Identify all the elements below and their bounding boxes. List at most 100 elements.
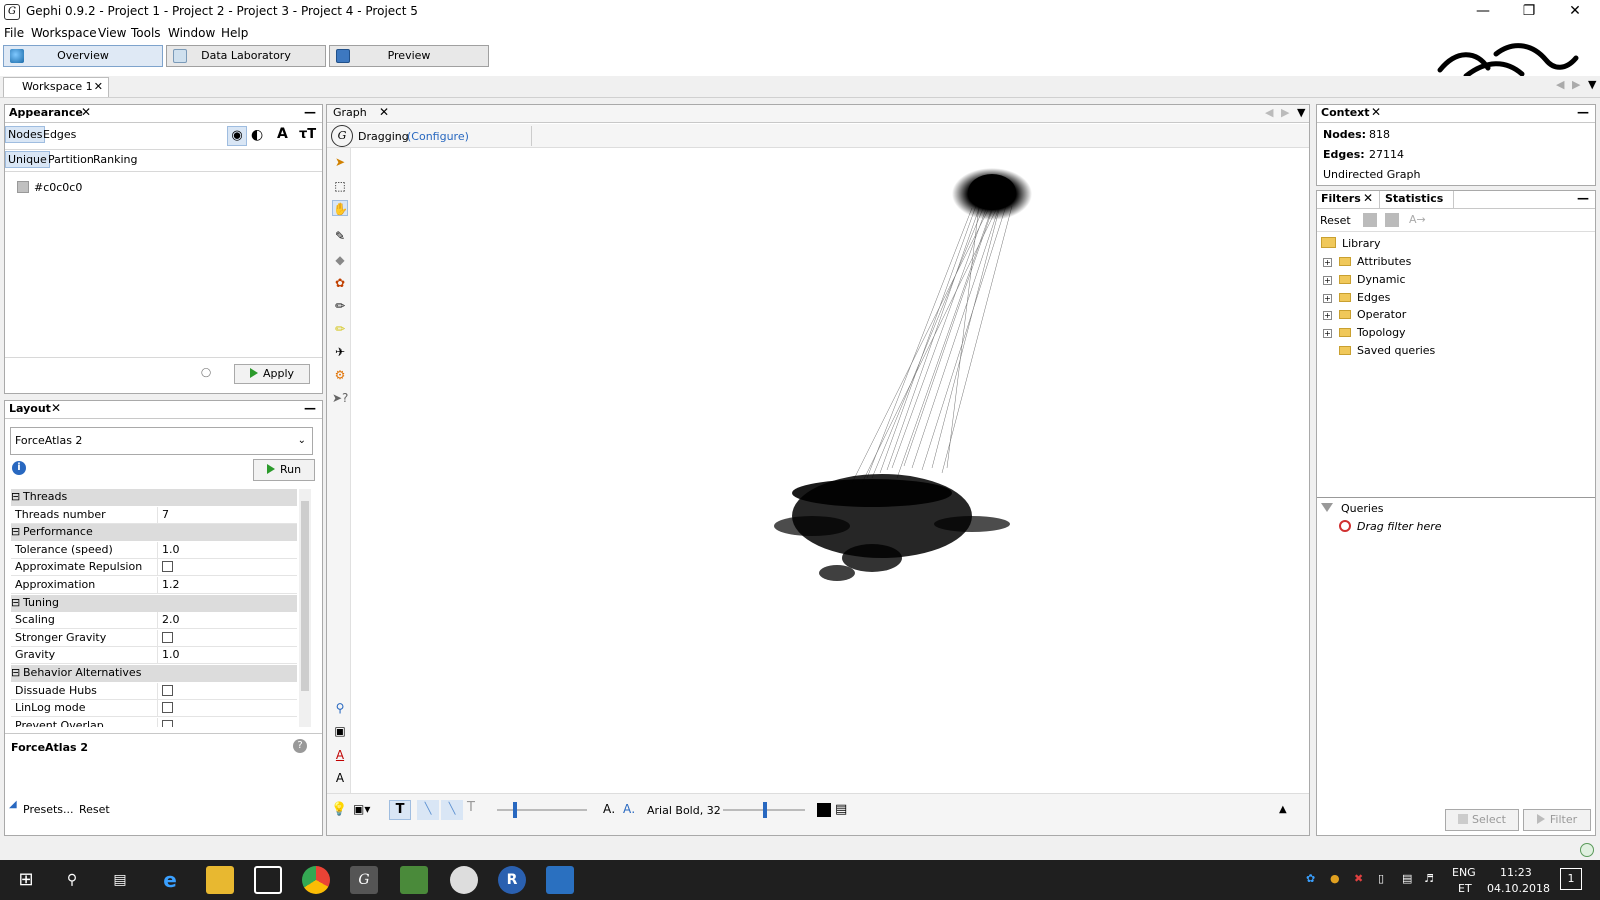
info-icon[interactable]: i xyxy=(12,461,26,475)
preview-tab[interactable]: Preview xyxy=(329,45,489,67)
heat-map-icon[interactable]: ⚙ xyxy=(332,367,348,383)
status-icon[interactable] xyxy=(1580,843,1594,857)
filter-rename-icon[interactable]: A→ xyxy=(1409,213,1426,226)
link-icon[interactable]: ◯ xyxy=(201,368,211,378)
filter-category-item[interactable]: Saved queries xyxy=(1323,342,1435,359)
screenshot-icon[interactable]: ▣▾ xyxy=(353,802,370,816)
edge-color-icon[interactable]: ╲ xyxy=(441,800,463,820)
property-category[interactable]: ⊟ Threads xyxy=(11,489,297,506)
graph-canvas[interactable] xyxy=(352,148,1309,793)
edge-browser-icon[interactable]: e xyxy=(156,866,184,894)
properties-scrollbar[interactable] xyxy=(299,489,311,727)
property-category[interactable]: ⊟ Behavior Alternatives xyxy=(11,665,297,682)
minimize-icon[interactable]: — xyxy=(1577,191,1589,205)
configure-link[interactable]: (Configure) xyxy=(407,130,469,143)
filter-button[interactable]: Filter xyxy=(1523,809,1591,831)
workspace-tab[interactable]: Workspace 1 ✕ xyxy=(3,77,109,97)
collapse-icon[interactable]: ⊟ xyxy=(11,666,20,679)
help-icon[interactable]: ? xyxy=(293,739,307,753)
minimize-icon[interactable]: — xyxy=(304,105,316,119)
show-labels-icon[interactable]: T xyxy=(389,800,411,820)
remote-desktop-icon[interactable] xyxy=(546,866,574,894)
property-category[interactable]: ⊟ Tuning xyxy=(11,594,297,612)
expand-icon[interactable]: + xyxy=(1323,258,1332,267)
store-icon[interactable] xyxy=(254,866,282,894)
background-color-icon[interactable]: ▣ xyxy=(332,723,348,739)
color-swatch[interactable] xyxy=(17,181,29,193)
workspace-menu-icon[interactable]: ▼ xyxy=(1588,78,1596,91)
apply-button[interactable]: Apply xyxy=(234,364,310,384)
minimize-icon[interactable]: — xyxy=(1577,105,1589,119)
tray-icon-3[interactable]: ✖ xyxy=(1354,872,1363,885)
font-icon[interactable]: A․ xyxy=(623,802,635,816)
filter-category-item[interactable]: + Dynamic xyxy=(1323,271,1406,288)
menu-file[interactable]: File xyxy=(4,26,24,40)
volume-icon[interactable]: ♬ xyxy=(1424,872,1434,885)
language-indicator[interactable]: ENG xyxy=(1452,866,1476,879)
tray-icon-2[interactable]: ● xyxy=(1330,872,1340,885)
close-icon[interactable]: ✕ xyxy=(1371,105,1381,119)
drag-filter-hint[interactable]: Drag filter here xyxy=(1339,518,1442,535)
property-checkbox[interactable] xyxy=(162,702,173,714)
lightbulb-icon[interactable]: 💡 xyxy=(331,802,347,817)
drag-tool-icon[interactable]: ✋ xyxy=(332,200,348,216)
search-icon[interactable]: ⚲ xyxy=(58,866,86,894)
brush-icon[interactable]: ✎ xyxy=(332,228,348,244)
filter-category-item[interactable]: + Topology xyxy=(1323,324,1406,341)
size-icon[interactable]: ◐ xyxy=(251,127,263,143)
clock-date[interactable]: 04.10.2018 xyxy=(1487,882,1550,895)
menu-view[interactable]: View xyxy=(98,26,126,40)
library-node[interactable]: Library xyxy=(1321,235,1380,252)
reset-button[interactable]: Reset xyxy=(79,803,110,816)
unique-tab[interactable]: Unique xyxy=(5,151,50,168)
font-tool-icon[interactable]: A xyxy=(332,770,348,786)
property-category[interactable]: ⊟ Performance xyxy=(11,524,297,542)
property-value[interactable]: 1.0 xyxy=(157,647,180,664)
clock-time[interactable]: 11:23 xyxy=(1500,866,1532,879)
scroll-right-icon[interactable]: ▶ xyxy=(1281,106,1289,119)
label-size-icon[interactable]: τT xyxy=(299,127,316,142)
filter-category-item[interactable]: + Operator xyxy=(1323,306,1406,323)
collapse-icon[interactable]: ▲ xyxy=(1279,804,1287,815)
overview-tab[interactable]: Overview xyxy=(3,45,163,67)
edge-pencil-icon[interactable]: ✏ xyxy=(332,321,348,337)
edge-weight-slider-handle[interactable] xyxy=(513,802,517,818)
shortest-path-icon[interactable]: ✈ xyxy=(332,344,348,360)
nodes-tab[interactable]: Nodes xyxy=(5,126,46,143)
edge-weight-slider[interactable] xyxy=(497,809,587,811)
data-laboratory-tab[interactable]: Data Laboratory xyxy=(166,45,326,67)
r-app-icon[interactable]: R xyxy=(498,866,526,894)
label-attributes-icon[interactable]: ▤ xyxy=(835,802,847,817)
color-value[interactable]: #c0c0c0 xyxy=(34,181,82,194)
property-checkbox[interactable] xyxy=(162,719,173,727)
menu-window[interactable]: Window xyxy=(168,26,215,40)
property-value[interactable]: 1.0 xyxy=(157,541,180,558)
spreadsheet-icon[interactable] xyxy=(400,866,428,894)
layout-algorithm-select[interactable]: ForceAtlas 2 ⌄ xyxy=(10,427,313,455)
filter-save-icon[interactable] xyxy=(1363,213,1377,227)
select-tool-icon[interactable]: ➤ xyxy=(332,154,348,170)
ranking-tab[interactable]: Ranking xyxy=(91,152,140,167)
filter-category-item[interactable]: + Edges xyxy=(1323,289,1390,306)
collapse-icon[interactable]: ⊟ xyxy=(11,525,20,538)
edge-labels-icon[interactable]: T xyxy=(467,800,475,815)
battery-icon[interactable]: ▯ xyxy=(1378,872,1384,885)
run-button[interactable]: Run xyxy=(253,459,315,481)
collapse-icon[interactable]: ⊟ xyxy=(11,490,20,503)
property-checkbox[interactable] xyxy=(162,631,173,643)
presets-button[interactable]: Presets... xyxy=(23,803,74,816)
windows-start-icon[interactable]: ⊞ xyxy=(12,866,40,894)
restore-button[interactable]: ❐ xyxy=(1506,0,1552,24)
palette-icon[interactable]: ◉ xyxy=(227,126,247,146)
close-button[interactable]: ✕ xyxy=(1552,0,1598,24)
property-checkbox[interactable] xyxy=(162,684,173,696)
expand-icon[interactable]: + xyxy=(1323,311,1332,321)
expand-icon[interactable]: + xyxy=(1323,293,1332,303)
property-value[interactable]: 7 xyxy=(157,506,169,523)
property-checkbox[interactable] xyxy=(162,561,173,573)
close-icon[interactable]: ✕ xyxy=(94,78,103,96)
property-value[interactable]: 2.0 xyxy=(157,612,180,629)
gephi-taskbar-icon[interactable]: G xyxy=(350,866,378,894)
github-icon[interactable] xyxy=(450,866,478,894)
close-icon[interactable]: ✕ xyxy=(81,105,91,119)
